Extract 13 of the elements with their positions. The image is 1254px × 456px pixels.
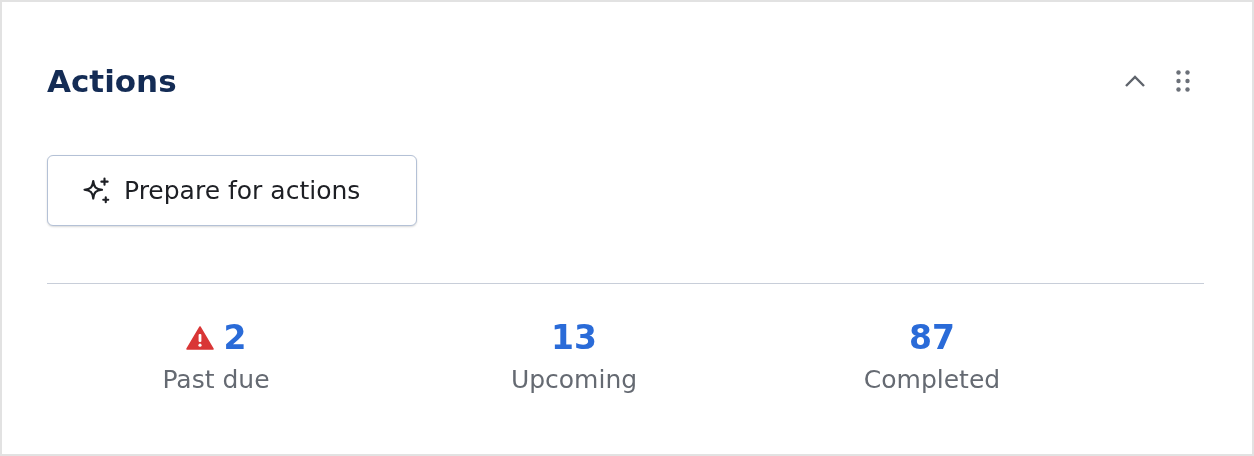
prepare-button[interactable]: Prepare for actions xyxy=(47,155,417,226)
warning-icon xyxy=(185,325,214,350)
stat-value: 87 xyxy=(909,318,955,357)
stat-value: 13 xyxy=(551,318,597,357)
chevron-up-icon xyxy=(1124,74,1146,88)
card-title: Actions xyxy=(47,63,177,99)
stat-label: Past due xyxy=(162,365,270,394)
drag-handle-icon[interactable] xyxy=(1176,70,1190,92)
collapse-button[interactable] xyxy=(1124,74,1146,88)
stat-value: 2 xyxy=(223,318,247,357)
stat-label: Upcoming xyxy=(510,365,638,394)
sparkle-icon xyxy=(82,175,112,206)
stat-label: Completed xyxy=(863,365,1001,394)
